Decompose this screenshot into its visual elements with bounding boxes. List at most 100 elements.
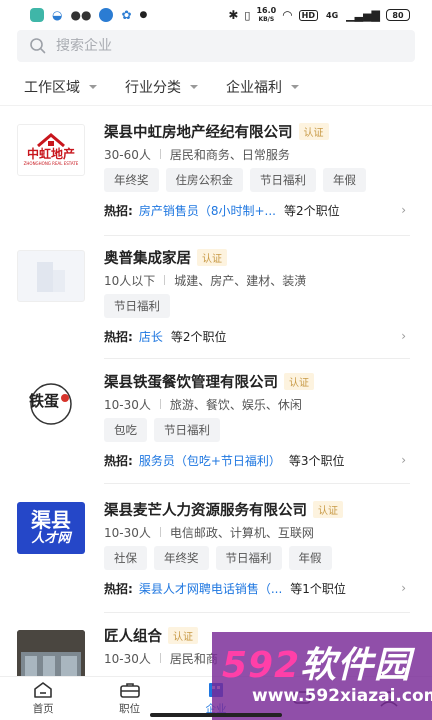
company-card[interactable]: 铁蛋 渠县铁蛋餐饮管理有限公司 认证 10-30人 旅游、餐饮、娱乐、休闲 包吃… — [0, 368, 432, 478]
hot-job-link[interactable]: 服务员（包吃+节日福利） — [139, 452, 281, 469]
tab-home[interactable]: 首页 — [0, 677, 86, 720]
hot-job-link[interactable]: 房产销售员（8小时制+... — [139, 202, 276, 219]
dot-icon: ● — [139, 10, 148, 20]
benefit-tag: 节日福利 — [250, 168, 316, 192]
cert-badge: 认证 — [168, 626, 198, 644]
filter-benefits[interactable]: 企业福利 — [226, 77, 299, 97]
watermark-url: www.592xiazai.com — [252, 686, 432, 706]
eye-app-icon — [99, 8, 114, 22]
company-card[interactable]: 奥普集成家居 认证 10人以下 城建、房产、建材、装潢 节日福利 热招: 店长 … — [0, 244, 432, 354]
chevron-right-icon: › — [401, 581, 406, 595]
wechat-icon: ●● — [70, 8, 92, 22]
network-badge: 4G — [326, 10, 339, 20]
search-icon — [30, 38, 46, 54]
signal-icon: ▁▃▅▇ — [346, 8, 380, 22]
company-industry: 居民和商务、日常服务 — [169, 147, 290, 162]
filter-bar: 工作区域 行业分类 企业福利 — [24, 72, 327, 102]
watermark-brand: 592软件园 — [222, 645, 412, 686]
wifi-icon: ◠ — [282, 8, 293, 22]
benefit-tag: 年终奖 — [104, 168, 159, 192]
search-bar[interactable] — [17, 30, 415, 62]
company-logo — [17, 630, 85, 676]
status-bar: ◒ ●● ✿ ● ✱ ▯ 16.0 KB/S ◠ HD 4G ▁▃▅▇ 80 — [0, 0, 432, 30]
company-size: 10-30人 — [104, 397, 151, 412]
hot-jobs-row[interactable]: 热招: 房产销售员（8小时制+... 等2个职位 › — [104, 200, 410, 220]
watermark: 592软件园 www.592xiazai.com — [212, 632, 432, 720]
chevron-right-icon: › — [401, 329, 406, 343]
hot-jobs-row[interactable]: 热招: 店长 等2个职位 › — [104, 326, 410, 346]
network-speed: 16.0 KB/S — [256, 5, 277, 23]
company-industry: 居民和商 — [169, 651, 218, 666]
filter-industry[interactable]: 行业分类 — [125, 77, 198, 97]
hot-jobs-row[interactable]: 热招: 服务员（包吃+节日福利） 等3个职位 › — [104, 450, 410, 470]
filter-label: 企业福利 — [226, 80, 282, 96]
caret-down-icon — [89, 85, 97, 89]
benefit-tag: 节日福利 — [154, 418, 220, 442]
hot-label: 热招: — [104, 329, 133, 344]
search-input[interactable] — [56, 38, 376, 54]
meta-separator — [164, 275, 166, 285]
company-size: 10-30人 — [104, 525, 151, 540]
company-industry: 旅游、餐饮、娱乐、休闲 — [169, 397, 302, 412]
hot-label: 热招: — [104, 203, 133, 218]
meta-separator — [159, 527, 161, 537]
chevron-right-icon: › — [401, 203, 406, 217]
filter-work-area[interactable]: 工作区域 — [24, 77, 97, 97]
cert-badge: 认证 — [298, 122, 329, 140]
divider — [104, 358, 410, 359]
chevron-right-icon: › — [401, 453, 406, 467]
battery-icon: 80 — [386, 9, 410, 21]
company-card[interactable]: 渠县 人才网 渠县麦芒人力资源服务有限公司 认证 10-30人 电信邮政、计算机… — [0, 492, 432, 610]
divider — [104, 235, 410, 236]
home-icon — [34, 682, 52, 698]
gear-app-icon: ✿ — [121, 8, 132, 22]
company-size: 30-60人 — [104, 147, 151, 162]
company-size: 10-30人 — [104, 651, 151, 666]
job-count: 等3个职位 — [288, 453, 345, 468]
company-name: 奥普集成家居 — [104, 250, 191, 267]
home-indicator[interactable] — [150, 713, 282, 717]
meta-separator — [159, 653, 161, 663]
benefit-tag: 年假 — [288, 546, 332, 570]
benefit-tag: 住房公积金 — [165, 168, 243, 192]
caret-down-icon — [291, 85, 299, 89]
hot-job-link[interactable]: 店长 — [139, 328, 163, 345]
hot-job-link[interactable]: 渠县人才网聘电话销售（... — [139, 580, 282, 597]
company-logo: 铁蛋 — [17, 376, 85, 428]
hot-label: 热招: — [104, 453, 133, 468]
job-count: 等2个职位 — [170, 329, 227, 344]
building-placeholder-icon — [37, 262, 65, 292]
filter-label: 工作区域 — [24, 80, 80, 96]
bluetooth-icon: ✱ — [228, 8, 239, 22]
tab-label: 首页 — [32, 703, 54, 715]
divider — [104, 612, 410, 613]
company-industry: 电信邮政、计算机、互联网 — [169, 525, 314, 540]
caret-down-icon — [190, 85, 198, 89]
benefit-tag: 节日福利 — [104, 294, 170, 318]
company-card[interactable]: 中虹地产 ZHONGHONG REAL ESTATE 渠县中虹房地产经纪有限公司… — [0, 118, 432, 236]
company-logo: 渠县 人才网 — [17, 502, 85, 554]
job-count: 等1个职位 — [290, 581, 346, 596]
shield-app-icon — [30, 8, 44, 22]
company-logo: 中虹地产 ZHONGHONG REAL ESTATE — [17, 124, 85, 176]
filter-label: 行业分类 — [125, 80, 181, 96]
meta-separator — [159, 149, 161, 159]
company-logo — [17, 250, 85, 302]
hot-label: 热招: — [104, 581, 133, 596]
hd-badge: HD — [298, 9, 319, 21]
company-industry: 城建、房产、建材、装潢 — [174, 273, 307, 288]
cert-badge: 认证 — [284, 372, 314, 390]
benefit-tag: 节日福利 — [215, 546, 282, 570]
divider — [104, 483, 410, 484]
tab-label: 职位 — [119, 703, 141, 715]
company-name: 渠县中虹房地产经纪有限公司 — [104, 124, 293, 141]
storefront-photo-icon — [17, 630, 85, 676]
meta-separator — [159, 399, 161, 409]
company-name: 渠县铁蛋餐饮管理有限公司 — [104, 374, 278, 391]
vibrate-icon: ▯ — [244, 8, 251, 22]
hot-jobs-row[interactable]: 热招: 渠县人才网聘电话销售（... 等1个职位 › — [104, 578, 410, 598]
cloud-app-icon: ◒ — [52, 8, 63, 22]
company-size: 10人以下 — [104, 273, 156, 288]
company-name: 匠人组合 — [104, 628, 162, 645]
job-count: 等2个职位 — [283, 203, 340, 218]
